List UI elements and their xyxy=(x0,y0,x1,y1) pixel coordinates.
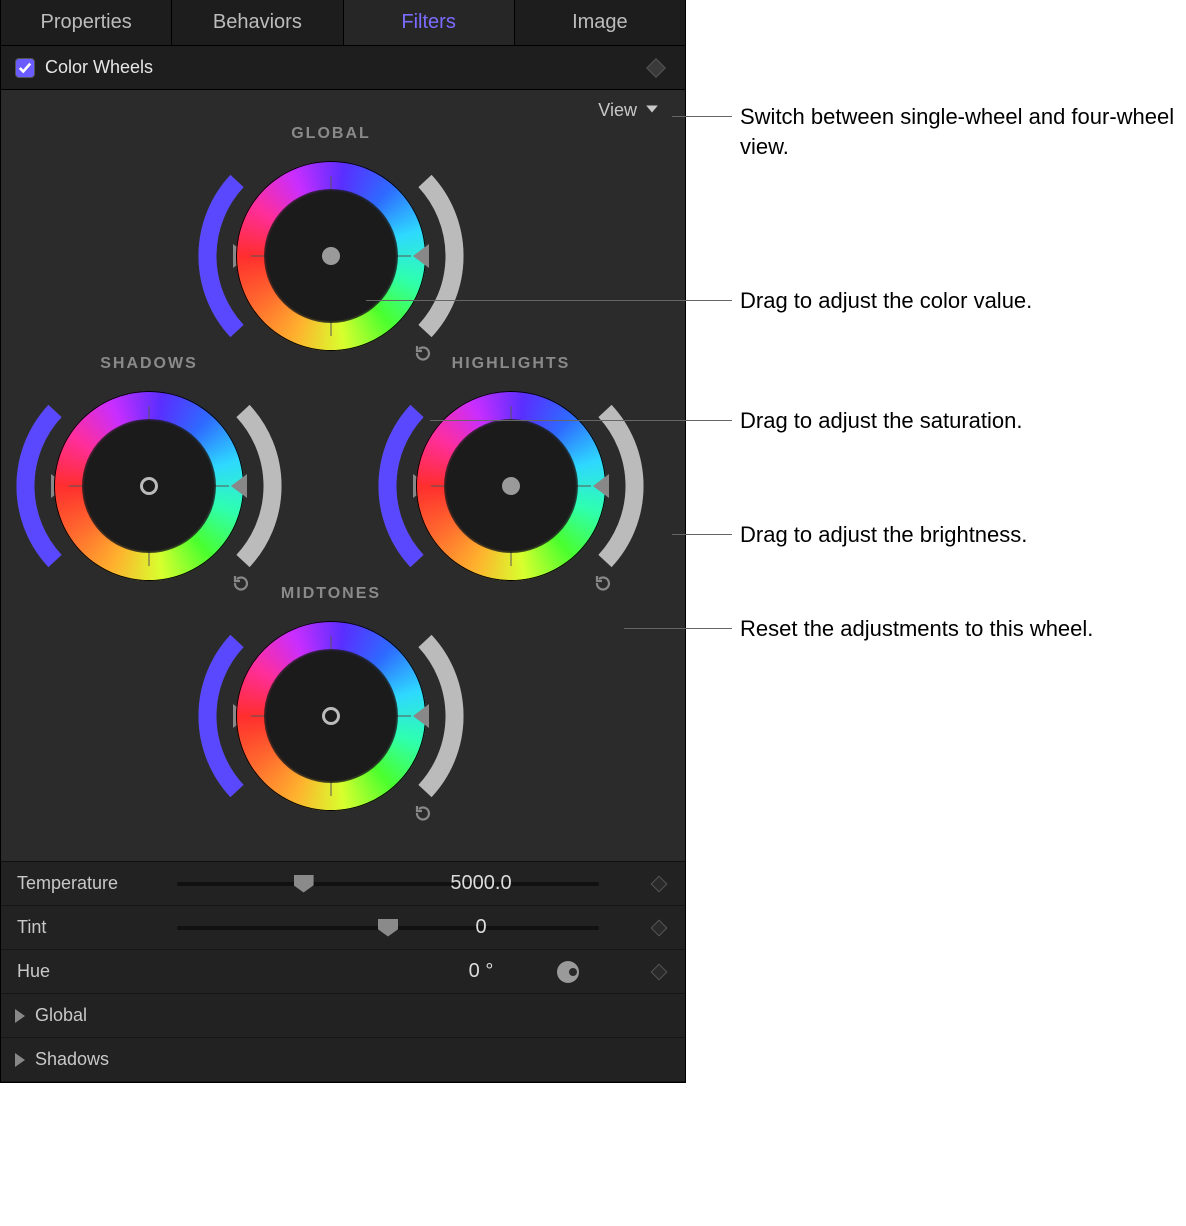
brightness-slider-global[interactable] xyxy=(417,171,467,341)
filter-header-row: Color Wheels xyxy=(1,46,685,90)
keyframe-hue[interactable] xyxy=(651,963,668,980)
color-wheels-area: GLOBAL xyxy=(1,121,685,861)
color-control-handle-global[interactable] xyxy=(322,247,340,265)
wheel-widget-shadows xyxy=(19,381,279,591)
color-wheel-shadows[interactable] xyxy=(54,391,244,581)
row-tint: Tint 0 xyxy=(1,906,685,950)
reset-button-midtones[interactable] xyxy=(413,803,433,823)
tab-image[interactable]: Image xyxy=(515,0,685,45)
disclosure-triangle-icon xyxy=(15,1053,25,1067)
callout-view: Switch between single-wheel and four-whe… xyxy=(740,102,1176,161)
disclosure-triangle-icon xyxy=(15,1009,25,1023)
callout-brightness: Drag to adjust the brightness. xyxy=(740,520,1027,550)
label-temperature: Temperature xyxy=(17,873,177,894)
wheel-group-global: GLOBAL xyxy=(201,125,461,361)
value-tint[interactable]: 0 xyxy=(421,916,541,939)
tab-filters[interactable]: Filters xyxy=(344,0,515,45)
row-temperature: Temperature 5000.0 xyxy=(1,862,685,906)
color-control-handle-midtones[interactable] xyxy=(322,707,340,725)
callout-saturation: Drag to adjust the saturation. xyxy=(740,406,1023,436)
wheel-widget-highlights xyxy=(381,381,641,591)
wheel-label-midtones: MIDTONES xyxy=(281,585,381,603)
view-mode-popup[interactable]: View xyxy=(598,100,637,121)
wheel-label-global: GLOBAL xyxy=(291,125,371,143)
disclosure-global[interactable]: Global xyxy=(1,994,685,1038)
value-hue[interactable]: 0 ° xyxy=(421,960,541,983)
wheel-widget-global xyxy=(201,151,461,361)
brightness-slider-midtones[interactable] xyxy=(417,631,467,801)
disclosure-label-global: Global xyxy=(35,1005,87,1026)
view-mode-row: View xyxy=(1,90,685,121)
wheel-widget-midtones xyxy=(201,611,461,821)
disclosure-shadows[interactable]: Shadows xyxy=(1,1038,685,1082)
callout-reset: Reset the adjustments to this wheel. xyxy=(740,614,1093,644)
tab-properties[interactable]: Properties xyxy=(1,0,172,45)
value-temperature[interactable]: 5000.0 xyxy=(421,872,541,895)
label-hue: Hue xyxy=(17,961,177,982)
disclosure-label-shadows: Shadows xyxy=(35,1049,109,1070)
inspector-tabs: Properties Behaviors Filters Image xyxy=(1,0,685,46)
dial-hue[interactable] xyxy=(557,961,579,983)
row-hue: Hue 0 ° xyxy=(1,950,685,994)
wheel-group-shadows: SHADOWS xyxy=(19,355,279,591)
color-wheel-global[interactable] xyxy=(236,161,426,351)
color-control-handle-shadows[interactable] xyxy=(140,477,158,495)
keyframe-temperature[interactable] xyxy=(651,875,668,892)
wheel-group-highlights: HIGHLIGHTS xyxy=(381,355,641,591)
color-control-handle-highlights[interactable] xyxy=(502,477,520,495)
check-icon xyxy=(18,61,32,75)
reset-button-highlights[interactable] xyxy=(593,573,613,593)
tab-behaviors[interactable]: Behaviors xyxy=(172,0,343,45)
filter-keyframe-toggle[interactable] xyxy=(646,58,666,78)
brightness-slider-shadows[interactable] xyxy=(235,401,285,571)
adjustment-sliders: Temperature 5000.0 Tint 0 Hue 0 ° xyxy=(1,861,685,1082)
inspector-panel: Properties Behaviors Filters Image Color… xyxy=(0,0,686,1083)
filter-enable-checkbox[interactable] xyxy=(15,58,35,78)
wheel-label-shadows: SHADOWS xyxy=(100,355,198,373)
chevron-down-icon xyxy=(645,102,659,119)
brightness-slider-highlights[interactable] xyxy=(597,401,647,571)
color-wheel-midtones[interactable] xyxy=(236,621,426,811)
callout-color-value: Drag to adjust the color value. xyxy=(740,286,1032,316)
wheel-group-midtones: MIDTONES xyxy=(201,585,461,821)
filter-title: Color Wheels xyxy=(45,57,153,78)
label-tint: Tint xyxy=(17,917,177,938)
keyframe-tint[interactable] xyxy=(651,919,668,936)
wheel-label-highlights: HIGHLIGHTS xyxy=(452,355,571,373)
